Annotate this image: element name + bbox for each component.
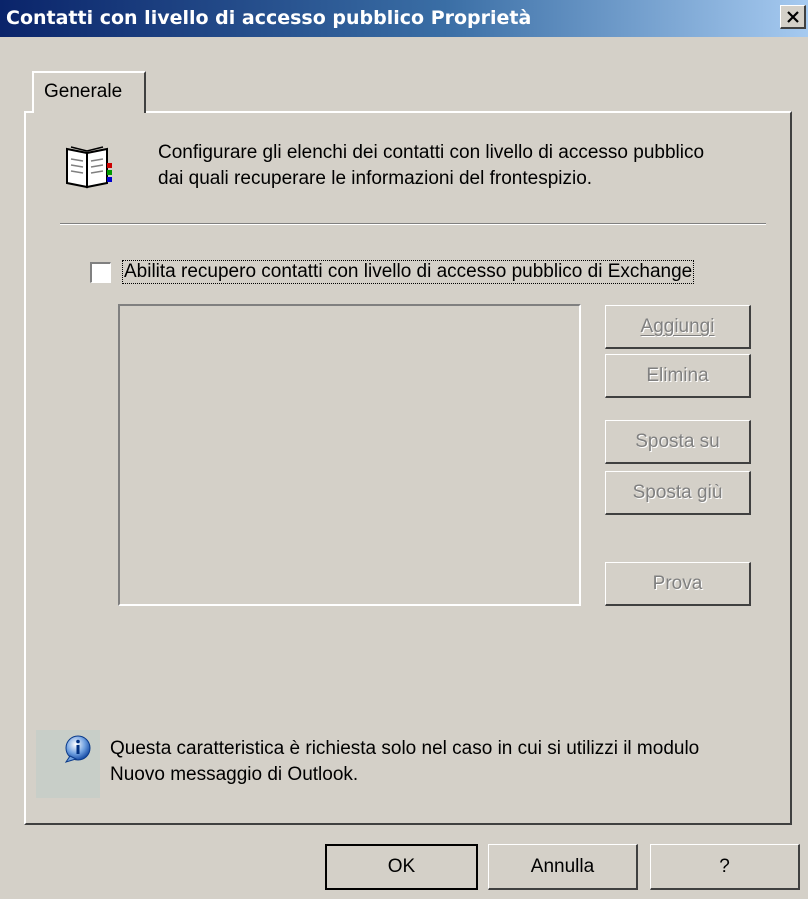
info-note-text: Questa caratteristica è richiesta solo n…: [110, 736, 780, 788]
info-icon: [64, 735, 91, 763]
cancel-button[interactable]: Annulla: [488, 844, 638, 890]
close-icon: [786, 10, 799, 23]
tab-label: Generale: [44, 81, 123, 102]
window-title: Contatti con livello di accesso pubblico…: [6, 7, 532, 29]
add-button-label: Aggiungi: [640, 315, 715, 337]
description-line-2: dai quali recuperare le informazioni del…: [158, 168, 593, 189]
contacts-list[interactable]: [118, 304, 581, 606]
separator: [60, 223, 766, 225]
enable-checkbox[interactable]: [90, 262, 111, 283]
move-up-button[interactable]: Sposta su: [605, 420, 751, 464]
book-icon: [66, 146, 112, 189]
move-up-button-label: Sposta su: [635, 430, 720, 452]
description-text: Configurare gli elenchi dei contatti con…: [158, 140, 788, 192]
tab-generale[interactable]: Generale: [32, 71, 146, 113]
ok-button-label: OK: [387, 856, 416, 877]
delete-button[interactable]: Elimina: [605, 354, 751, 398]
help-button-label: ?: [719, 855, 730, 877]
add-button[interactable]: Aggiungi: [605, 305, 751, 349]
title-bar[interactable]: Contatti con livello di accesso pubblico…: [0, 0, 808, 37]
info-note-line-1: Questa caratteristica è richiesta solo n…: [110, 738, 700, 759]
test-button-label: Prova: [652, 572, 703, 594]
close-button[interactable]: [780, 5, 806, 29]
move-down-button-label: Sposta giù: [632, 481, 723, 503]
help-button[interactable]: ?: [650, 844, 800, 890]
delete-button-label: Elimina: [646, 364, 709, 386]
cancel-button-label: Annulla: [530, 855, 595, 877]
ok-button[interactable]: OK: [325, 844, 478, 890]
enable-checkbox-label[interactable]: Abilita recupero contatti con livello di…: [122, 260, 695, 284]
test-button[interactable]: Prova: [605, 562, 751, 606]
info-note-line-2: Nuovo messaggio di Outlook.: [110, 764, 359, 785]
description-line-1: Configurare gli elenchi dei contatti con…: [158, 142, 705, 163]
move-down-button[interactable]: Sposta giù: [605, 471, 751, 515]
